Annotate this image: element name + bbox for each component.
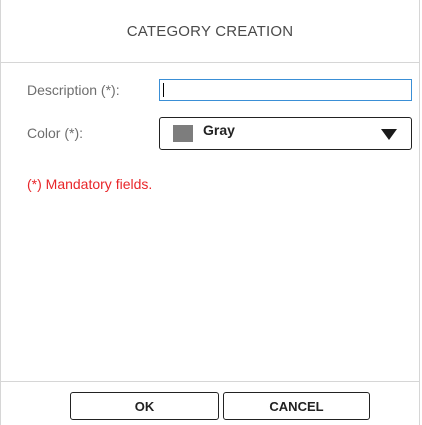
dialog-title: CATEGORY CREATION: [1, 0, 419, 63]
description-row: Description (*):: [27, 78, 412, 102]
description-label: Description (*):: [27, 82, 120, 98]
mandatory-note: (*) Mandatory fields.: [27, 176, 153, 192]
color-select[interactable]: Gray: [159, 116, 412, 150]
ok-button[interactable]: OK: [70, 392, 219, 420]
text-caret: [163, 83, 164, 97]
color-value: Gray: [203, 122, 235, 138]
cancel-button[interactable]: CANCEL: [223, 392, 370, 420]
dialog-footer: OK CANCEL: [1, 381, 419, 425]
triangle-down-icon[interactable]: [381, 128, 397, 140]
color-row: Color (*): Gray: [27, 116, 412, 150]
description-input[interactable]: [159, 79, 412, 101]
color-label: Color (*):: [27, 125, 84, 141]
category-creation-dialog: CATEGORY CREATION Description (*): Color…: [0, 0, 420, 425]
color-swatch: [173, 124, 193, 142]
